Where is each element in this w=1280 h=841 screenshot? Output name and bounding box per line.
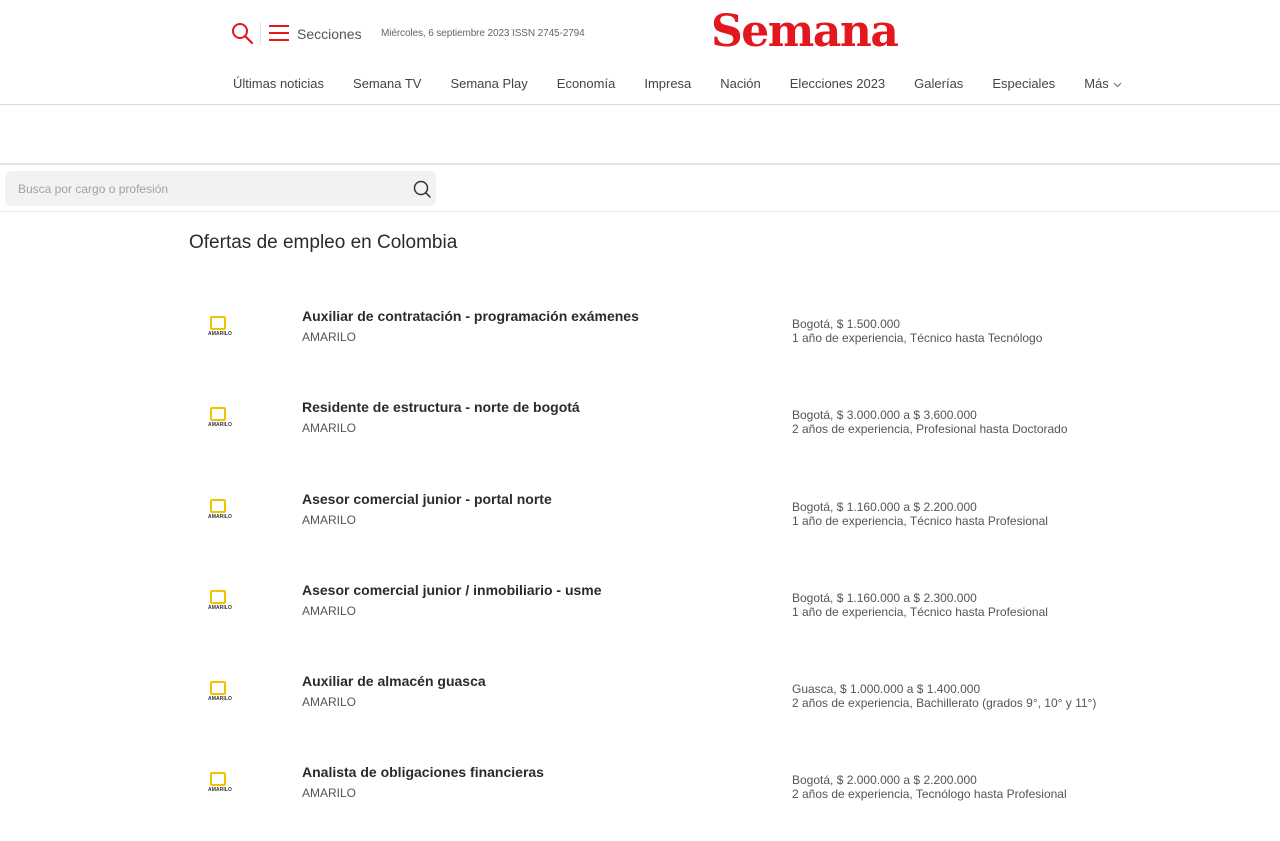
company-logo: AMARILO bbox=[203, 590, 237, 616]
job-listing[interactable]: AMARILO Auxiliar de contratación - progr… bbox=[189, 298, 1149, 358]
semana-logo[interactable]: Semana bbox=[711, 6, 899, 57]
search-band-top-border bbox=[0, 163, 1280, 165]
nav-item-economia[interactable]: Economía bbox=[557, 76, 616, 96]
company-logo: AMARILO bbox=[203, 407, 237, 433]
nav-item-galerias[interactable]: Galerías bbox=[914, 76, 963, 96]
job-listing[interactable]: AMARILO Asesor comercial junior / inmobi… bbox=[189, 572, 1149, 632]
hamburger-menu-icon[interactable] bbox=[267, 22, 291, 44]
company-logo-text: AMARILO bbox=[207, 331, 233, 337]
job-company: AMARILO bbox=[302, 604, 357, 618]
job-requirements: 2 años de experiencia, Bachillerato (gra… bbox=[792, 696, 1097, 710]
company-logo-text: AMARILO bbox=[207, 605, 233, 611]
company-logo: AMARILO bbox=[203, 772, 237, 798]
job-requirements: 2 años de experiencia, Profesional hasta… bbox=[792, 422, 1068, 436]
job-location-salary: Bogotá, $ 1.160.000 a $ 2.300.000 bbox=[792, 591, 977, 605]
company-logo-text: AMARILO bbox=[207, 787, 233, 793]
nav-item-nacion[interactable]: Nación bbox=[720, 76, 760, 96]
company-logo-text: AMARILO bbox=[207, 514, 233, 520]
job-location-salary: Bogotá, $ 1.160.000 a $ 2.200.000 bbox=[792, 500, 977, 514]
amarilo-logo-icon bbox=[210, 681, 226, 695]
nav-item-especiales[interactable]: Especiales bbox=[992, 76, 1055, 96]
amarilo-logo-icon bbox=[210, 590, 226, 604]
job-location-salary: Bogotá, $ 1.500.000 bbox=[792, 317, 901, 331]
job-title[interactable]: Auxiliar de almacén guasca bbox=[302, 673, 486, 689]
nav-item-semana-play[interactable]: Semana Play bbox=[450, 76, 527, 96]
amarilo-logo-icon bbox=[210, 316, 226, 330]
job-title[interactable]: Analista de obligaciones financieras bbox=[302, 764, 544, 780]
main-nav: Últimas noticias Semana TV Semana Play E… bbox=[233, 76, 1122, 96]
job-search-bar bbox=[5, 171, 436, 206]
job-title[interactable]: Auxiliar de contratación - programación … bbox=[302, 308, 639, 324]
job-search-input[interactable] bbox=[5, 171, 400, 206]
job-title[interactable]: Asesor comercial junior / inmobiliario -… bbox=[302, 582, 602, 598]
site-header: Secciones Miércoles, 6 septiembre 2023 I… bbox=[0, 0, 1280, 105]
job-company: AMARILO bbox=[302, 421, 357, 435]
company-logo: AMARILO bbox=[203, 681, 237, 707]
company-logo-text: AMARILO bbox=[207, 422, 233, 428]
amarilo-logo-icon bbox=[210, 772, 226, 786]
secciones-button[interactable]: Secciones bbox=[297, 26, 362, 42]
job-requirements: 1 año de experiencia, Técnico hasta Prof… bbox=[792, 605, 1048, 619]
job-listing[interactable]: AMARILO Auxiliar de almacén guasca AMARI… bbox=[189, 663, 1149, 723]
job-title[interactable]: Residente de estructura - norte de bogot… bbox=[302, 399, 580, 415]
company-logo: AMARILO bbox=[203, 316, 237, 342]
chevron-down-icon bbox=[1113, 82, 1122, 87]
job-requirements: 1 año de experiencia, Técnico hasta Prof… bbox=[792, 514, 1048, 528]
nav-item-elecciones-2023[interactable]: Elecciones 2023 bbox=[790, 76, 885, 96]
search-icon[interactable] bbox=[412, 179, 432, 199]
job-location-salary: Bogotá, $ 3.000.000 a $ 3.600.000 bbox=[792, 408, 977, 422]
search-icon[interactable] bbox=[230, 21, 254, 45]
nav-item-ultimas-noticias[interactable]: Últimas noticias bbox=[233, 76, 324, 96]
nav-item-impresa[interactable]: Impresa bbox=[644, 76, 691, 96]
job-company: AMARILO bbox=[302, 695, 357, 709]
job-listing[interactable]: AMARILO Analista de obligaciones financi… bbox=[189, 754, 1149, 814]
nav-item-mas[interactable]: Más bbox=[1084, 76, 1122, 96]
header-date: Miércoles, 6 septiembre 2023 ISSN 2745-2… bbox=[381, 28, 585, 39]
job-requirements: 1 año de experiencia, Técnico hasta Tecn… bbox=[792, 331, 1043, 345]
search-band-bottom-border bbox=[0, 211, 1280, 212]
job-title[interactable]: Asesor comercial junior - portal norte bbox=[302, 491, 552, 507]
job-listing[interactable]: AMARILO Asesor comercial junior - portal… bbox=[189, 481, 1149, 541]
company-logo-text: AMARILO bbox=[207, 696, 233, 702]
job-company: AMARILO bbox=[302, 330, 357, 344]
job-company: AMARILO bbox=[302, 513, 357, 527]
job-listing[interactable]: AMARILO Residente de estructura - norte … bbox=[189, 389, 1149, 449]
nav-item-semana-tv[interactable]: Semana TV bbox=[353, 76, 421, 96]
company-logo: AMARILO bbox=[203, 499, 237, 525]
amarilo-logo-icon bbox=[210, 407, 226, 421]
page-title: Ofertas de empleo en Colombia bbox=[189, 232, 458, 253]
job-company: AMARILO bbox=[302, 786, 357, 800]
job-location-salary: Guasca, $ 1.000.000 a $ 1.400.000 bbox=[792, 682, 981, 696]
header-divider bbox=[260, 22, 261, 44]
job-requirements: 2 años de experiencia, Tecnólogo hasta P… bbox=[792, 787, 1067, 801]
amarilo-logo-icon bbox=[210, 499, 226, 513]
nav-item-mas-label: Más bbox=[1084, 76, 1109, 91]
job-location-salary: Bogotá, $ 2.000.000 a $ 2.200.000 bbox=[792, 773, 977, 787]
